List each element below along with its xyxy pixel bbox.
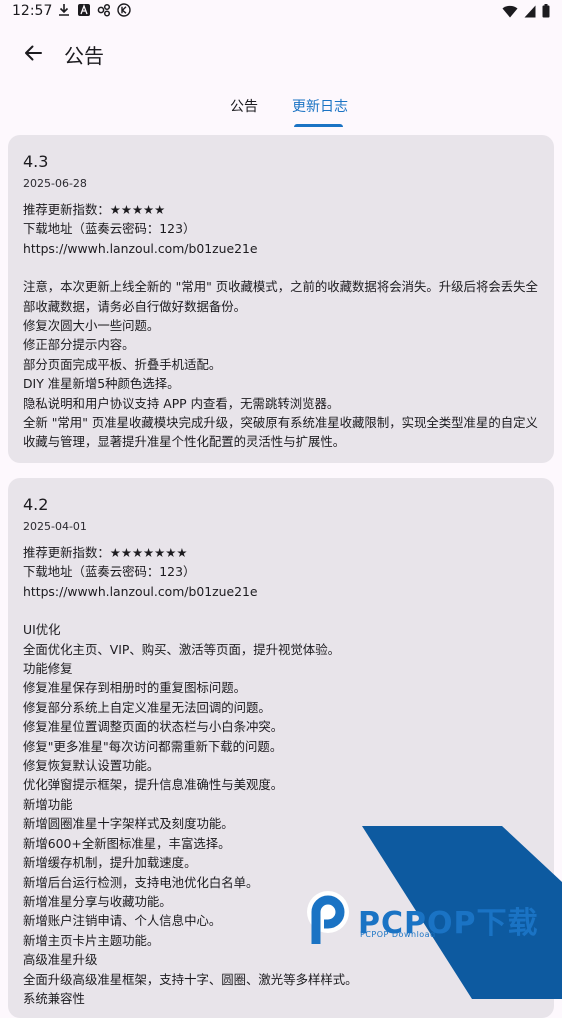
note-line: 修复部分系统上自定义准星无法回调的问题。: [23, 699, 271, 715]
note-line: 修复次圆大小一些问题。: [23, 318, 160, 334]
note-line: 修复准星保存到相册时的重复图标问题。: [23, 680, 247, 696]
release-notes: 注意，本次更新上线全新的 "常用" 页收藏模式，之前的收藏数据将会消失。升级后将…: [23, 277, 543, 452]
download-label: 下载地址（蓝奏云密码：123）: [23, 221, 196, 237]
note-line: 修正部分提示内容。: [23, 337, 135, 353]
signal-icon: [524, 5, 536, 17]
note-line: 隐私说明和用户协议支持 APP 内查看，无需跳转浏览器。: [23, 395, 340, 411]
note-line: 注意，本次更新上线全新的 "常用" 页收藏模式，之前的收藏数据将会消失。升级后将…: [23, 279, 538, 314]
version-label: 4.2: [23, 495, 49, 514]
note-line: 功能修复: [23, 661, 73, 677]
changelog-card: 4.3 2025-06-28 推荐更新指数：★★★★★ 下载地址（蓝奏云密码：1…: [8, 135, 554, 463]
watermark-logo-icon: [307, 891, 349, 944]
arrow-left-icon: [25, 45, 42, 61]
note-line: 修复恢复默认设置功能。: [23, 758, 160, 774]
wifi-icon: [502, 5, 518, 17]
download-link[interactable]: https://wwwh.lanzoul.com/b01zue21e: [23, 239, 543, 258]
battery-icon: [542, 4, 550, 18]
watermark-subtitle: PCPOP Download: [360, 930, 436, 939]
note-line: 部分页面完成平板、折叠手机适配。: [23, 356, 222, 372]
download-label: 下载地址（蓝奏云密码：123）: [23, 564, 196, 580]
note-line: 新增功能: [23, 796, 73, 812]
download-link[interactable]: https://wwwh.lanzoul.com/b01zue21e: [23, 582, 543, 601]
download-icon: [59, 4, 69, 16]
note-line: DIY 准星新增5种颜色选择。: [23, 376, 180, 392]
tab-announcement[interactable]: 公告: [230, 96, 258, 116]
update-rating: 推荐更新指数：★★★★★: [23, 202, 166, 217]
status-time: 12:57: [12, 3, 53, 19]
a-icon: [78, 4, 90, 16]
tab-changelog[interactable]: 更新日志: [292, 96, 348, 116]
note-line: 全新 "常用" 页准星收藏模块完成升级，突破原有系统准星收藏限制，实现全类型准星…: [23, 415, 538, 450]
app-bar: 公告: [0, 24, 562, 82]
link-icon: [97, 3, 111, 17]
note-line: UI优化: [23, 622, 61, 638]
note-line: 优化弹窗提示框架，提升信息准确性与美观度。: [23, 777, 284, 793]
release-date: 2025-06-28: [23, 177, 87, 190]
release-date: 2025-04-01: [23, 520, 87, 533]
system-icons: [502, 4, 550, 18]
note-line: 修复准星位置调整页面的状态栏与小白条冲突。: [23, 719, 284, 735]
version-label: 4.3: [23, 152, 49, 171]
notification-icons: [57, 3, 131, 17]
k-icon: [117, 3, 131, 17]
status-bar: 12:57: [0, 0, 562, 24]
note-line: 修复"更多准星"每次访问都需重新下载的问题。: [23, 738, 283, 754]
note-line: 全面优化主页、VIP、购买、激活等页面，提升视觉体验。: [23, 641, 340, 657]
page-title: 公告: [64, 44, 104, 68]
tab-bar: 公告 更新日志: [0, 90, 562, 128]
tab-indicator: [294, 124, 343, 127]
update-rating: 推荐更新指数：★★★★★★★: [23, 545, 188, 560]
back-button[interactable]: [18, 38, 48, 68]
